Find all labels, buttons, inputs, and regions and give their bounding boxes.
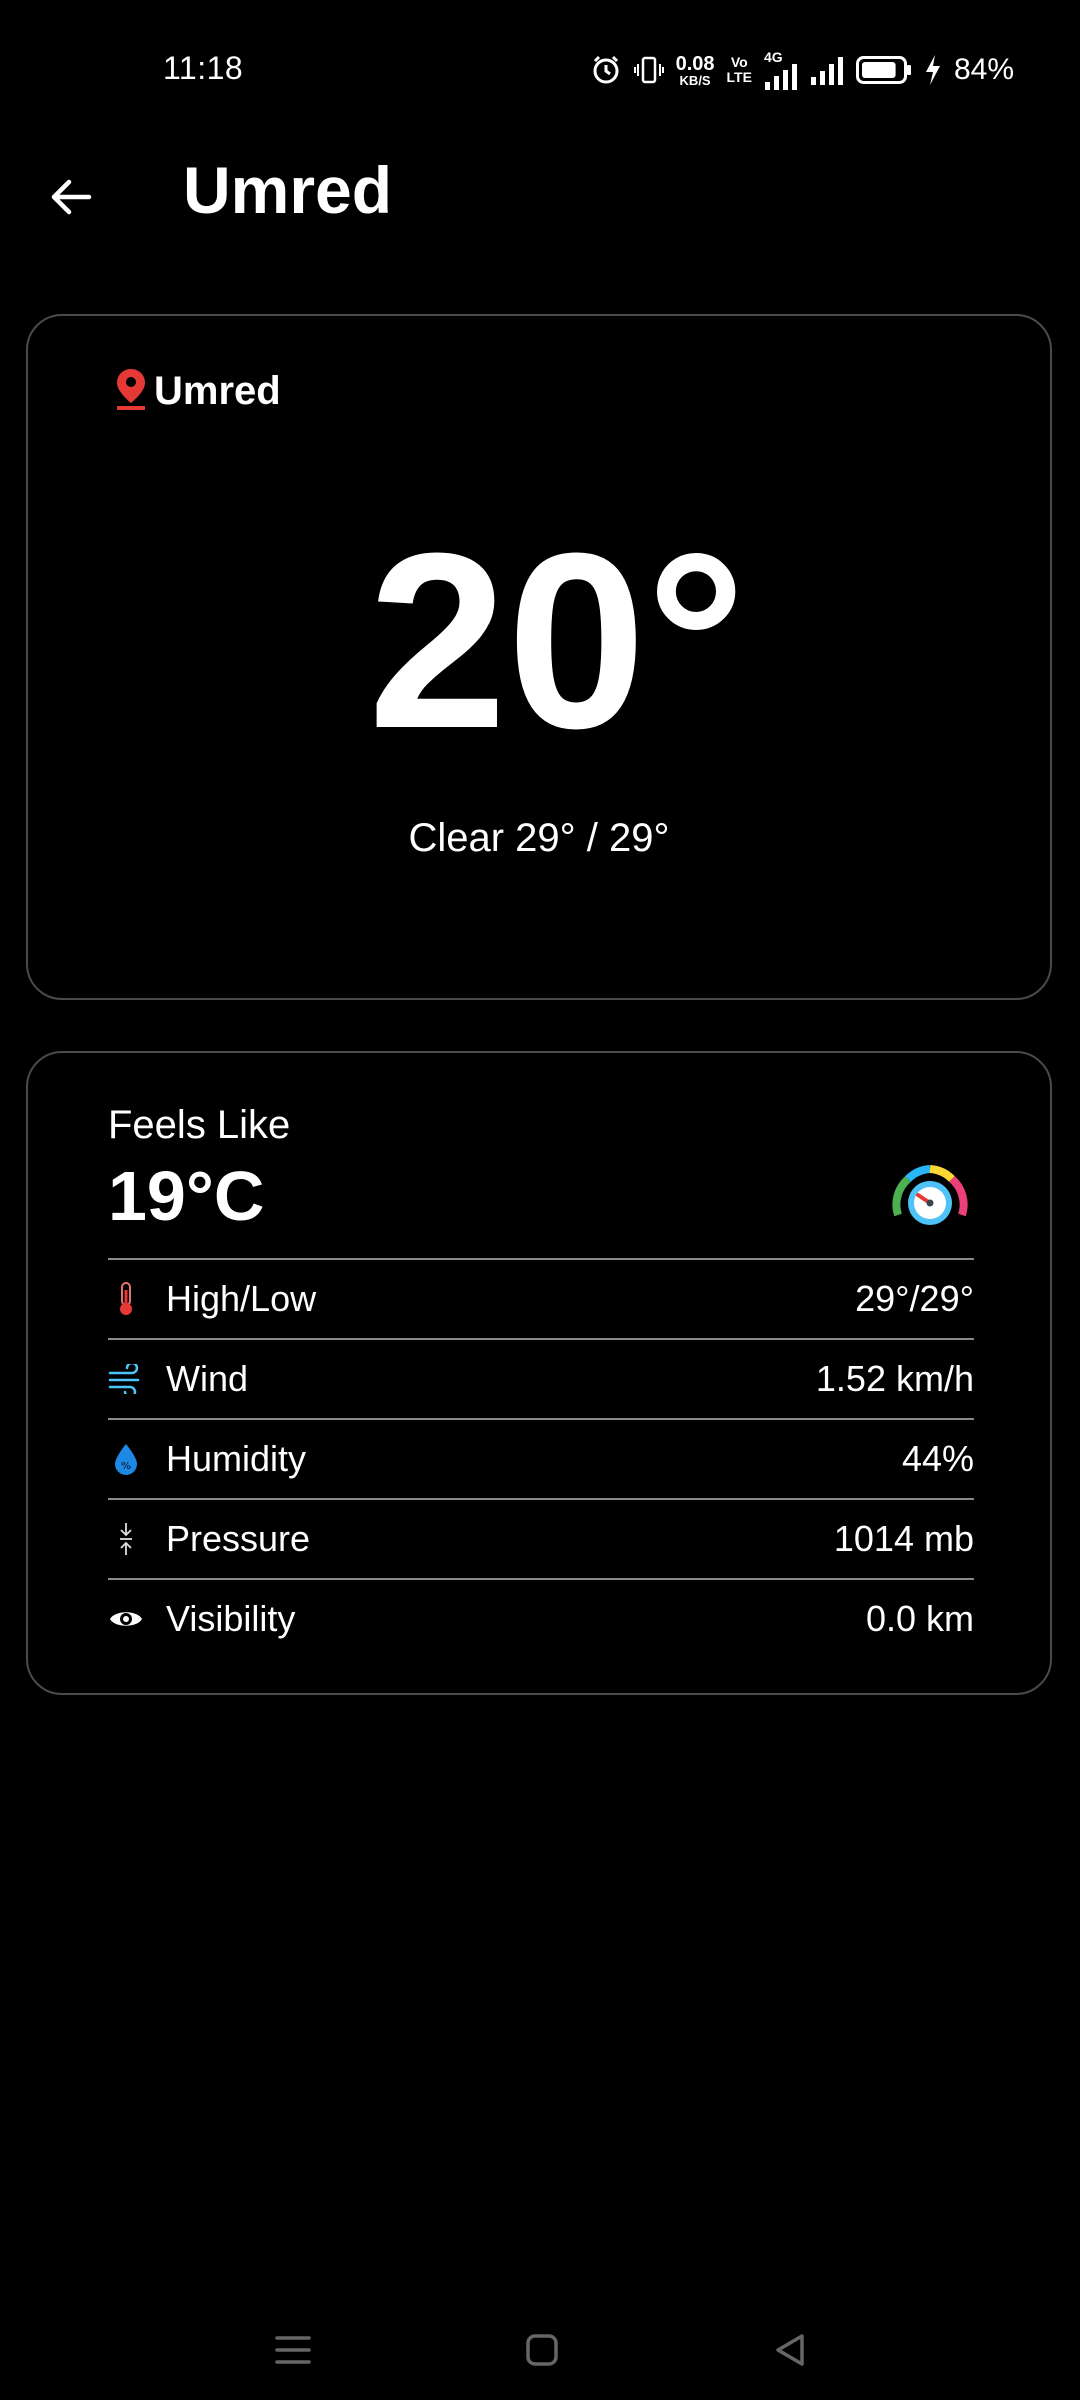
network-type: 4G xyxy=(763,49,783,65)
alarm-icon xyxy=(590,54,622,86)
signal-icon xyxy=(810,55,844,85)
back-triangle-icon xyxy=(776,2334,804,2366)
row-label: Visibility xyxy=(166,1598,296,1639)
battery-icon xyxy=(855,56,912,84)
network-speed: 0.08 KB/S xyxy=(676,54,715,87)
location-row: Umred xyxy=(116,368,281,415)
system-back-button[interactable] xyxy=(760,2320,820,2380)
volte-icon: Vo LTE xyxy=(727,55,752,84)
row-label: High/Low xyxy=(166,1278,317,1319)
pressure-icon xyxy=(108,1521,144,1557)
detail-row-visibility: Visibility 0.0 km xyxy=(108,1578,974,1658)
arrow-left-icon xyxy=(51,179,92,215)
navigation-bar xyxy=(0,2300,1080,2400)
volte-top: Vo xyxy=(730,54,748,71)
detail-row-humidity: % Humidity 44% xyxy=(108,1418,974,1498)
home-icon xyxy=(526,2334,558,2366)
current-temperature: 20° xyxy=(367,501,747,780)
detail-row-wind: Wind 1.52 km/h xyxy=(108,1338,974,1418)
volte-bottom: LTE xyxy=(726,69,752,85)
status-icons: 0.08 KB/S Vo LTE 4G 84% xyxy=(590,48,1014,92)
row-label: Pressure xyxy=(166,1518,311,1559)
weather-details-card: Feels Like 19°C High/Low 29°/29° Wind 1.… xyxy=(26,1051,1052,1695)
battery-percent: 84% xyxy=(953,53,1014,86)
detail-row-high-low: High/Low 29°/29° xyxy=(108,1258,974,1338)
home-button[interactable] xyxy=(512,2320,572,2380)
svg-text:%: % xyxy=(121,1461,131,1472)
recent-apps-button[interactable] xyxy=(263,2320,323,2380)
row-value: 44% xyxy=(901,1438,974,1479)
current-weather-card: Umred 20° Clear 29° / 29° xyxy=(26,314,1052,1000)
gauge-icon xyxy=(890,1163,970,1233)
row-value: 0.0 km xyxy=(865,1598,974,1639)
wind-icon xyxy=(108,1361,144,1397)
humidity-drop-icon: % xyxy=(108,1441,144,1477)
row-value: 29°/29° xyxy=(855,1278,974,1319)
app-bar: Umred xyxy=(0,140,1080,240)
status-time: 11:18 xyxy=(163,50,244,86)
page-title: Umred xyxy=(183,153,393,227)
feels-like-value: 19°C xyxy=(108,1157,265,1235)
location-pin-icon xyxy=(116,368,146,415)
network-speed-unit: KB/S xyxy=(679,72,711,88)
eye-icon xyxy=(108,1601,144,1637)
row-label: Wind xyxy=(166,1358,249,1399)
thermometer-icon xyxy=(108,1281,144,1317)
detail-list: High/Low 29°/29° Wind 1.52 km/h % Humidi… xyxy=(108,1258,974,1658)
signal-4g-icon: 4G xyxy=(764,50,798,90)
row-value: 1014 mb xyxy=(833,1518,974,1559)
row-value: 1.52 km/h xyxy=(815,1358,974,1399)
feels-like-label: Feels Like xyxy=(108,1103,291,1147)
network-speed-value: 0.08 xyxy=(675,52,715,75)
location-name: Umred xyxy=(154,369,281,413)
back-button[interactable] xyxy=(40,166,102,228)
status-bar: 11:18 0.08 KB/S Vo LTE 4G 84% xyxy=(0,0,1080,140)
charging-icon xyxy=(924,55,942,85)
vibrate-icon xyxy=(633,54,664,86)
row-label: Humidity xyxy=(166,1438,307,1479)
menu-icon xyxy=(275,2336,311,2364)
detail-row-pressure: Pressure 1014 mb xyxy=(108,1498,974,1578)
condition-line: Clear 29° / 29° xyxy=(408,816,670,860)
